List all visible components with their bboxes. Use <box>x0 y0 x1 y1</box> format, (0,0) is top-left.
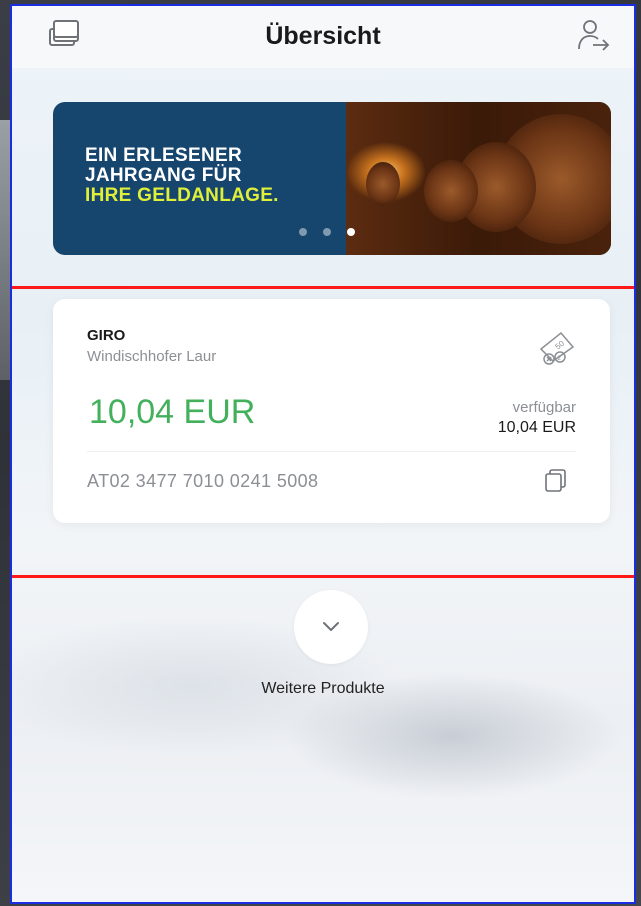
user-logout-icon[interactable] <box>575 16 615 56</box>
carousel-dot-active[interactable] <box>347 228 355 236</box>
carousel-indicator[interactable] <box>299 228 355 236</box>
wine-cellar-image <box>346 102 611 255</box>
app-screen: Übersicht EIN ERLESENER JAHRGANG FÜR IHR… <box>10 4 636 904</box>
banner-headline: EIN ERLESENER JAHRGANG FÜR IHRE GELDANLA… <box>85 146 279 206</box>
available-label: verfügbar <box>512 399 576 416</box>
page-title: Übersicht <box>265 22 381 50</box>
account-type: GIRO <box>87 327 126 344</box>
account-balance: 10,04 EUR <box>89 393 256 431</box>
account-card[interactable]: GIRO Windischhofer Laur 50 2 10,04 EUR v… <box>53 299 610 523</box>
chevron-down-icon <box>323 622 339 631</box>
promo-banner[interactable]: EIN ERLESENER JAHRGANG FÜR IHRE GELDANLA… <box>53 102 611 255</box>
account-iban: AT02 3477 7010 0241 5008 <box>87 471 319 491</box>
carousel-dot[interactable] <box>299 228 307 236</box>
account-owner: Windischhofer Laur <box>87 348 217 365</box>
card-limit-icon[interactable]: 50 2 <box>533 329 579 369</box>
banner-line-1: EIN ERLESENER <box>85 145 242 166</box>
available-balance: 10,04 EUR <box>497 419 576 436</box>
svg-text:2: 2 <box>558 356 562 362</box>
top-bar: Übersicht <box>12 6 634 68</box>
banner-line-3: IHRE GELDANLAGE. <box>85 185 279 206</box>
more-products-label[interactable]: Weitere Produkte <box>12 680 634 698</box>
carousel-dot[interactable] <box>323 228 331 236</box>
copy-icon[interactable] <box>543 467 569 493</box>
banner-line-2: JAHRGANG FÜR <box>85 165 242 186</box>
svg-text:50: 50 <box>553 338 566 351</box>
card-divider <box>87 451 576 452</box>
more-products-button[interactable] <box>294 590 368 664</box>
